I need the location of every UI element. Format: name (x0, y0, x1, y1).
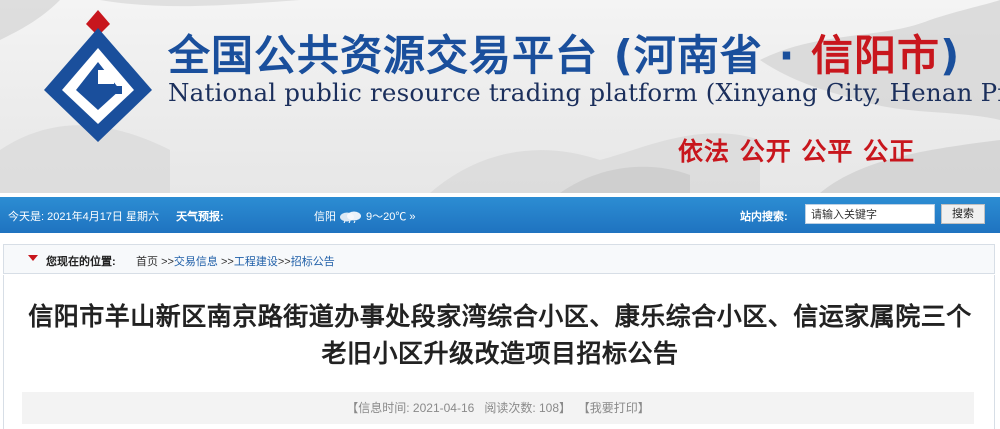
breadcrumb-construction[interactable]: 工程建设 (234, 256, 278, 268)
cloud-rain-icon (340, 211, 361, 224)
breadcrumb-path: 首页 >>交易信息 >>工程建设>>招标公告 (136, 253, 335, 269)
weather-temperature: 9～20℃ (366, 211, 407, 223)
breadcrumb-trade-info[interactable]: 交易信息 (174, 256, 218, 268)
breadcrumb-separator: >> (220, 256, 234, 268)
search-button[interactable]: 搜索 (941, 204, 985, 224)
breadcrumb-label: 您现在的位置: (46, 256, 116, 268)
print-link[interactable]: 【我要打印】 (578, 401, 650, 415)
location-marker-icon (28, 255, 38, 261)
breadcrumb: 您现在的位置: 首页 >>交易信息 >>工程建设>>招标公告 (3, 244, 995, 274)
meta-close: 】 (559, 401, 572, 415)
date-text: 今天是: 2021年4月17日 星期六 (8, 211, 159, 223)
site-search-input[interactable] (805, 204, 935, 224)
weather-city: 信阳 (314, 211, 336, 223)
breadcrumb-separator: >> (277, 256, 291, 268)
weather-label: 天气预报: (176, 211, 224, 223)
article-title: 信阳市羊山新区南京路街道办事处段家湾综合小区、康乐综合小区、信运家属院三个老旧小… (28, 302, 972, 368)
meta-time-label: 【信息时间: (346, 401, 413, 415)
meta-time: 2021-04-16 (412, 401, 475, 415)
current-date: 今天是: 2021年4月17日 星期六 天气预报: (8, 208, 224, 224)
weather-widget[interactable]: 信阳 9～20℃ » (314, 208, 416, 224)
platform-title-cn: 全国公共资源交易平台 (168, 31, 599, 80)
breadcrumb-separator: >> (161, 256, 174, 268)
region-city: 信阳市 (811, 31, 941, 80)
breadcrumb-home[interactable]: 首页 (136, 256, 158, 268)
region-open: (河南省 · (613, 31, 812, 80)
meta-views-label: 阅读次数: (484, 401, 539, 415)
meta-views: 108 (539, 401, 560, 415)
slogan: 依法 公开 公平 公正 (678, 137, 916, 166)
breadcrumb-tender-notice[interactable]: 招标公告 (291, 256, 335, 268)
platform-title: 全国公共资源交易平台 (河南省 · 信阳市) (168, 22, 960, 83)
platform-logo (44, 10, 152, 142)
article-meta: 【信息时间: 2021-04-16 阅读次数: 108】 【我要打印】 (22, 392, 974, 424)
region-close: ) (940, 31, 961, 80)
weather-more-icon[interactable]: » (409, 211, 415, 223)
platform-title-en: National public resource trading platfor… (168, 78, 1000, 107)
header-banner: 全国公共资源交易平台 (河南省 · 信阳市) National public r… (0, 0, 1000, 193)
site-search-label: 站内搜索: (740, 211, 788, 223)
